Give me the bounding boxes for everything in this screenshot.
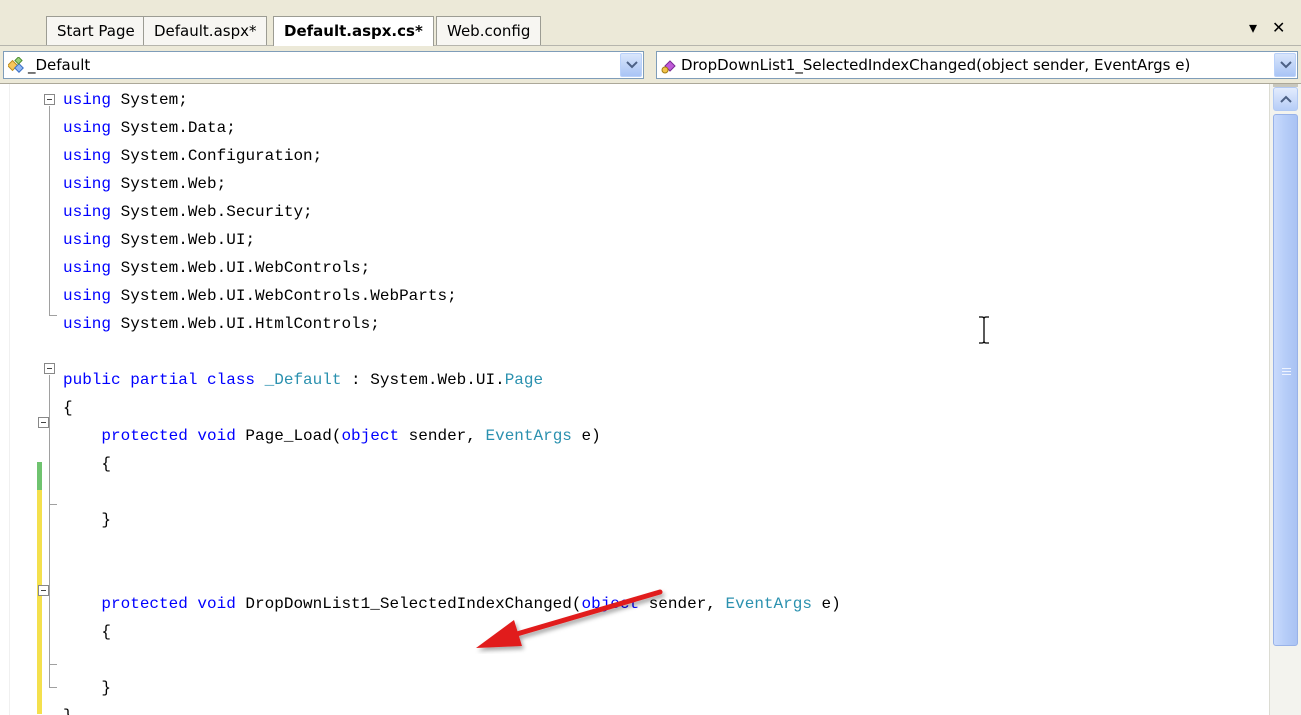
member-dropdown[interactable]: DropDownList1_SelectedIndexChanged(objec…: [656, 51, 1298, 79]
member-dropdown-button[interactable]: [1274, 53, 1296, 77]
chevron-up-icon: [1280, 95, 1292, 103]
type-dropdown[interactable]: _Default: [3, 51, 644, 79]
keyword-token: using: [63, 287, 112, 305]
code-token: System.Configuration;: [111, 147, 323, 165]
code-line[interactable]: using System.Configuration;: [63, 142, 322, 170]
code-line[interactable]: protected void DropDownList1_SelectedInd…: [63, 590, 841, 618]
thumb-grip: [1282, 374, 1291, 375]
code-line[interactable]: using System.Web.UI;: [63, 226, 255, 254]
code-token: sender,: [399, 427, 486, 445]
code-line[interactable]: using System.Web.UI.HtmlControls;: [63, 310, 380, 338]
document-tab-strip: Start Page Default.aspx* Default.aspx.cs…: [0, 0, 1301, 46]
code-editor[interactable]: using System; using System.Data; using Sys…: [0, 84, 1301, 715]
keyword-token: using: [63, 203, 112, 221]
keyword-token: using: [63, 231, 112, 249]
member-dropdown-value: DropDownList1_SelectedIndexChanged(objec…: [681, 56, 1191, 74]
type-token: Page: [504, 371, 544, 389]
code-token: {: [63, 455, 112, 473]
code-token: System.Web.Security;: [111, 203, 313, 221]
red-arrow-icon: [476, 589, 663, 648]
scroll-up-button[interactable]: [1273, 87, 1298, 111]
code-token: System.Web.UI.WebControls;: [111, 259, 371, 277]
unsaved-change-marker: [37, 490, 42, 714]
code-line[interactable]: using System.Web.UI.WebControls.WebParts…: [63, 282, 457, 310]
code-line[interactable]: using System.Web;: [63, 170, 226, 198]
ibeam-cursor-icon: [979, 316, 989, 344]
collapse-usings-icon[interactable]: [44, 94, 55, 105]
keyword-token: using: [63, 259, 112, 277]
code-line[interactable]: using System.Web.Security;: [63, 198, 313, 226]
keyword-token: protected void: [101, 427, 236, 445]
code-line[interactable]: {: [63, 618, 111, 646]
outline-end-tick: [49, 315, 57, 316]
keyword-token: using: [63, 147, 112, 165]
outline-line: [49, 375, 50, 687]
code-token: }: [63, 511, 112, 529]
code-line[interactable]: using System.Web.UI.WebControls;: [63, 254, 370, 282]
keyword-token: using: [63, 91, 112, 109]
keyword-token: using: [63, 175, 112, 193]
outline-end-tick: [49, 664, 57, 665]
code-token: System;: [111, 91, 188, 109]
code-line[interactable]: protected void Page_Load(object sender, …: [63, 422, 601, 450]
code-line[interactable]: }: [63, 674, 111, 702]
code-token: Page_Load(: [235, 427, 342, 445]
code-token: }: [63, 707, 73, 715]
keyword-token: protected void: [101, 595, 236, 613]
chevron-down-icon: [626, 61, 638, 69]
code-line[interactable]: }: [63, 506, 111, 534]
outline-end-tick: [49, 504, 57, 505]
window-list-dropdown-icon[interactable]: ▾: [1249, 18, 1257, 37]
chevron-down-icon: [1280, 61, 1292, 69]
class-icon: [8, 57, 24, 73]
method-icon: [661, 60, 676, 74]
keyword-token: public partial class: [63, 371, 256, 389]
collapse-dropdown-handler-icon[interactable]: [38, 585, 49, 596]
code-line[interactable]: using System;: [63, 86, 188, 114]
close-document-icon[interactable]: ✕: [1272, 18, 1285, 37]
code-token: System.Web.UI.HtmlControls;: [111, 315, 380, 333]
editor-indicator-margin: [0, 84, 10, 715]
code-token: e): [571, 427, 601, 445]
collapse-page-load-icon[interactable]: [38, 417, 49, 428]
code-line[interactable]: {: [63, 450, 111, 478]
vertical-scrollbar[interactable]: [1269, 84, 1301, 715]
outline-end-tick: [49, 687, 57, 688]
navigation-bar: _Default DropDownList1_SelectedIndexChan…: [0, 46, 1301, 84]
code-token: {: [63, 623, 112, 641]
tab-default-aspx-cs[interactable]: Default.aspx.cs*: [273, 16, 434, 46]
tab-start-page[interactable]: Start Page: [46, 16, 146, 45]
code-token: System.Web.UI;: [111, 231, 256, 249]
code-token: System.Web.UI.WebControls.WebParts;: [111, 287, 457, 305]
code-token: }: [63, 679, 112, 697]
type-token: EventArgs: [725, 595, 812, 613]
code-line[interactable]: {: [63, 394, 73, 422]
tab-default-aspx[interactable]: Default.aspx*: [143, 16, 268, 45]
keyword-token: using: [63, 119, 112, 137]
saved-change-marker: [37, 462, 42, 490]
tab-web-config[interactable]: Web.config: [436, 16, 542, 45]
code-token: System.Data;: [111, 119, 236, 137]
code-line[interactable]: using System.Data;: [63, 114, 236, 142]
thumb-grip: [1282, 368, 1291, 369]
outline-line: [49, 106, 50, 315]
code-token: System.Web;: [111, 175, 227, 193]
code-line[interactable]: }: [63, 702, 73, 715]
type-dropdown-button[interactable]: [620, 53, 642, 77]
type-token: EventArgs: [485, 427, 572, 445]
keyword-token: object: [341, 427, 400, 445]
type-token: _Default: [264, 371, 342, 389]
keyword-token: using: [63, 315, 112, 333]
code-token: {: [63, 399, 73, 417]
collapse-class-icon[interactable]: [44, 363, 55, 374]
thumb-grip: [1282, 371, 1291, 372]
code-token: e): [811, 595, 841, 613]
code-line[interactable]: public partial class _Default : System.W…: [63, 366, 543, 394]
code-token: : System.Web.UI.: [341, 371, 505, 389]
type-dropdown-value: _Default: [28, 56, 91, 74]
scrollbar-thumb[interactable]: [1273, 114, 1298, 646]
